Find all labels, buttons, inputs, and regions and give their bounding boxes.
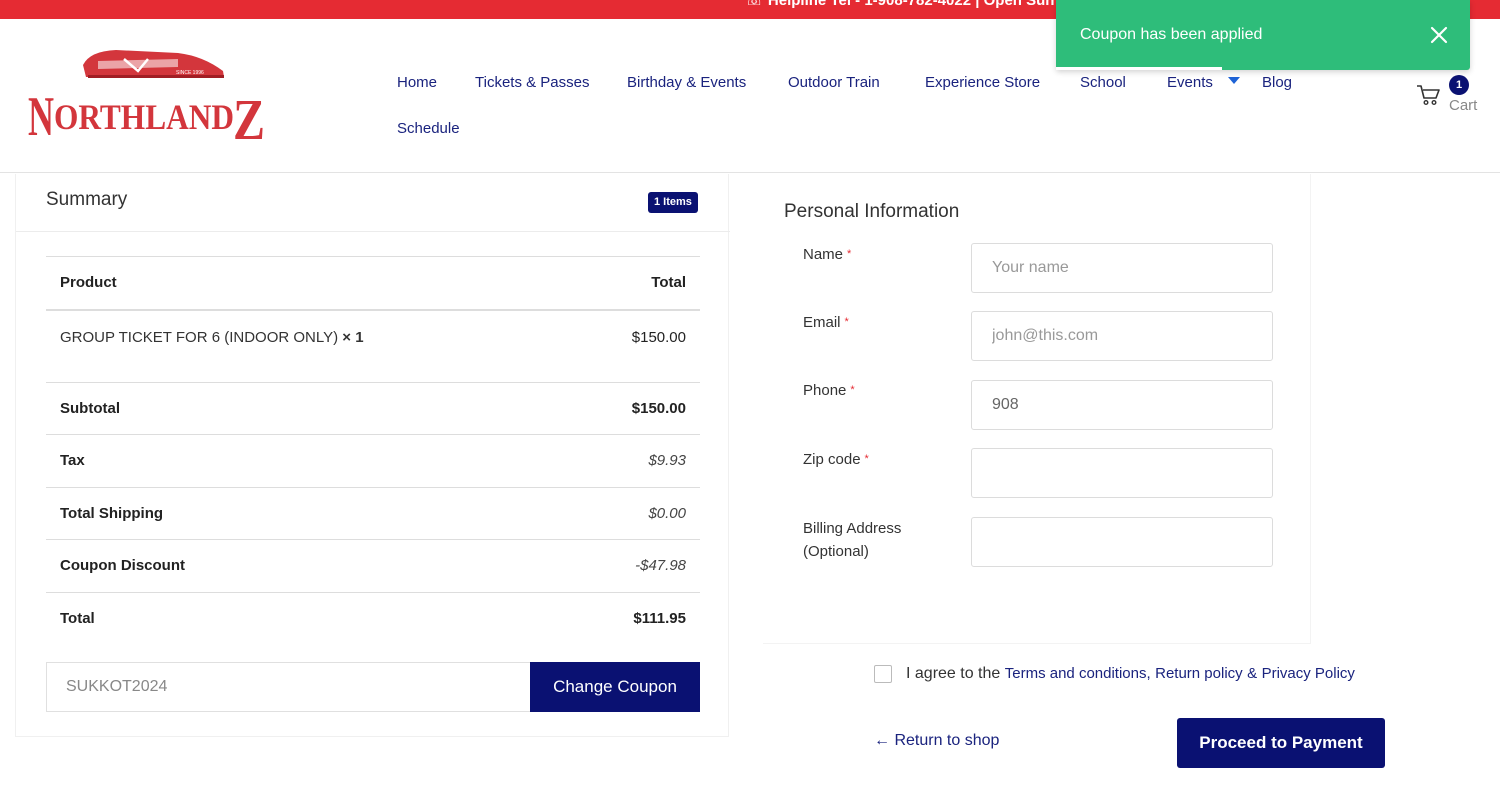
agree-prefix: I agree to the [906, 665, 1001, 682]
billing-address-field[interactable] [971, 517, 1273, 567]
line-item-row: GROUP TICKET FOR 6 (INDOOR ONLY) × 1 $15… [46, 309, 700, 382]
name-label: Name * [803, 246, 852, 263]
name-field[interactable] [971, 243, 1273, 293]
nav-home[interactable]: Home [397, 74, 437, 91]
personal-information-title: Personal Information [784, 201, 960, 222]
subtotal-value: $150.00 [631, 400, 686, 417]
total-row: Total $111.95 [46, 592, 700, 644]
email-label: Email * [803, 314, 849, 331]
coupon-code-input[interactable] [46, 662, 531, 712]
coupon-applied-toast: Coupon has been applied [1056, 0, 1470, 70]
nav-birthday-events[interactable]: Birthday & Events [627, 74, 746, 91]
helpline-text: ☏ Helpline Tel - 1-908-782-4022 | Open S… [745, 0, 1055, 9]
return-policy-link[interactable]: Return policy [1155, 665, 1243, 682]
since-text: SINCE 1996 [176, 70, 204, 76]
personal-information-card: Personal Information Name* Email* Phone*… [763, 174, 1311, 644]
summary-header: Summary 1 Items [16, 174, 730, 232]
billing-address-label: Billing Address (Optional) [803, 520, 902, 560]
agree-terms-text: I agree to the Terms and conditions, Ret… [906, 665, 1355, 683]
subtotal-row: Subtotal $150.00 [46, 382, 700, 434]
proceed-to-payment-button[interactable]: Proceed to Payment [1177, 718, 1385, 768]
ampersand-text: & [1247, 665, 1258, 682]
nav-experience-store[interactable]: Experience Store [925, 74, 1040, 91]
return-to-shop-link[interactable]: ← Return to shop [874, 732, 999, 750]
privacy-policy-link[interactable]: Privacy Policy [1262, 665, 1355, 682]
phone-field[interactable] [971, 380, 1273, 430]
table-header-row: Product Total [46, 256, 700, 309]
northlandz-logo[interactable]: SINCE 1996 N ORTHLAND Z [28, 47, 268, 152]
agree-terms-checkbox[interactable] [874, 665, 892, 683]
total-label: Total [60, 610, 95, 627]
cart-count-badge: 1 [1449, 75, 1469, 95]
change-coupon-button[interactable]: Change Coupon [530, 662, 700, 712]
toast-progress-bar [1056, 67, 1222, 70]
nav-outdoor-train[interactable]: Outdoor Train [788, 74, 880, 91]
shopping-cart-icon [1417, 85, 1440, 106]
items-count-badge: 1 Items [648, 192, 698, 213]
tax-label: Tax [60, 452, 85, 469]
shipping-value: $0.00 [648, 505, 686, 522]
svg-text:ORTHLAND: ORTHLAND [54, 97, 234, 137]
events-dropdown-caret-icon[interactable] [1228, 77, 1240, 84]
cart-label: Cart [1449, 97, 1478, 114]
terms-link[interactable]: Terms and conditions, [1005, 665, 1151, 682]
svg-text:N: N [28, 86, 54, 147]
order-summary-card: Summary 1 Items Product Total GROUP TICK… [15, 174, 730, 737]
nav-tickets-passes[interactable]: Tickets & Passes [475, 74, 589, 91]
shipping-row: Total Shipping $0.00 [46, 487, 700, 539]
phone-label: Phone * [803, 382, 855, 399]
line-item-qty: × 1 [342, 329, 364, 346]
coupon-discount-value: -$47.98 [635, 557, 686, 574]
nav-school[interactable]: School [1080, 74, 1126, 91]
line-item-name: GROUP TICKET FOR 6 (INDOOR ONLY) [60, 329, 339, 346]
svg-text:Z: Z [233, 87, 265, 147]
coupon-discount-label: Coupon Discount [60, 557, 185, 574]
product-column-header: Product [60, 274, 117, 291]
zip-code-field[interactable] [971, 448, 1273, 498]
email-field[interactable] [971, 311, 1273, 361]
subtotal-label: Subtotal [60, 400, 120, 417]
nav-schedule[interactable]: Schedule [397, 120, 460, 137]
total-value: $111.95 [633, 610, 686, 627]
line-item-price: $150.00 [631, 329, 686, 346]
tax-row: Tax $9.93 [46, 434, 700, 487]
shipping-label: Total Shipping [60, 505, 164, 522]
zip-code-label: Zip code * [803, 451, 869, 468]
nav-blog[interactable]: Blog [1262, 74, 1292, 91]
cart-button[interactable]: 1 Cart [1414, 75, 1494, 119]
close-icon[interactable] [1428, 24, 1450, 46]
order-table: Product Total GROUP TICKET FOR 6 (INDOOR… [46, 256, 700, 644]
summary-title: Summary [46, 189, 128, 210]
tax-value: $9.93 [648, 452, 686, 469]
nav-events[interactable]: Events [1167, 74, 1213, 91]
coupon-discount-row: Coupon Discount -$47.98 [46, 539, 700, 592]
total-column-header: Total [651, 274, 686, 291]
toast-message: Coupon has been applied [1080, 26, 1263, 43]
